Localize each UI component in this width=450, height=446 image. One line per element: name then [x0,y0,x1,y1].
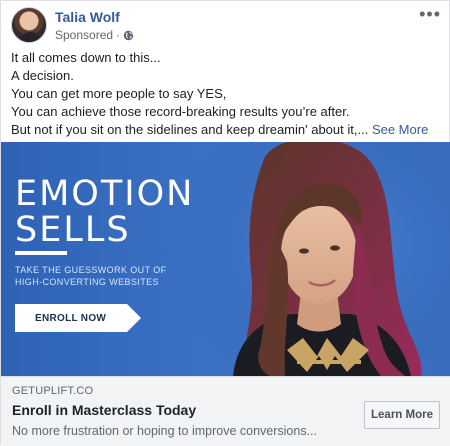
sponsored-label[interactable]: Sponsored [55,28,113,42]
meta-separator: · [116,28,121,42]
body-line-4: You can achieve those record-breaking re… [11,104,350,119]
body-line-1: It all comes down to this... [11,50,161,65]
body-line-3: You can get more people to say YES, [11,86,227,101]
post-body: It all comes down to this... A decision.… [11,49,441,139]
link-headline[interactable]: Enroll in Masterclass Today [12,402,196,418]
hero-subtitle: TAKE THE GUESSWORK OUT OF HIGH-CONVERTIN… [15,264,167,288]
post-meta: Sponsored · [55,28,134,42]
link-domain: GETUPLIFT.CO [12,385,94,397]
hero-title-line-2: SELLS [15,210,131,250]
body-line-2: A decision. [11,68,74,83]
link-preview[interactable]: GETUPLIFT.CO Enroll in Masterclass Today… [1,376,450,446]
author-avatar[interactable] [11,7,47,43]
sponsored-post-card: Talia Wolf Sponsored · ••• It all comes … [0,0,450,446]
hero-divider [15,251,67,255]
hero-subtitle-line-1: TAKE THE GUESSWORK OUT OF [15,265,167,275]
ad-image[interactable]: EMOTION SELLS TAKE THE GUESSWORK OUT OF … [1,142,450,376]
hero-subtitle-line-2: HIGH-CONVERTING WEBSITES [15,277,159,287]
post-header: Talia Wolf Sponsored · ••• [11,5,441,43]
hero-title: EMOTION SELLS [15,176,194,248]
more-options-icon[interactable]: ••• [419,5,441,23]
hero-title-line-1: EMOTION [15,174,195,214]
enroll-now-banner: ENROLL NOW [15,304,141,332]
globe-icon [123,30,134,40]
body-line-5: But not if you sit on the sidelines and … [11,122,369,137]
author-name[interactable]: Talia Wolf [55,9,120,25]
link-description: No more frustration or hoping to improve… [12,424,317,438]
see-more-link[interactable]: See More [372,122,428,137]
learn-more-button[interactable]: Learn More [364,401,440,429]
body-line-5-wrap: But not if you sit on the sidelines and … [11,121,441,139]
